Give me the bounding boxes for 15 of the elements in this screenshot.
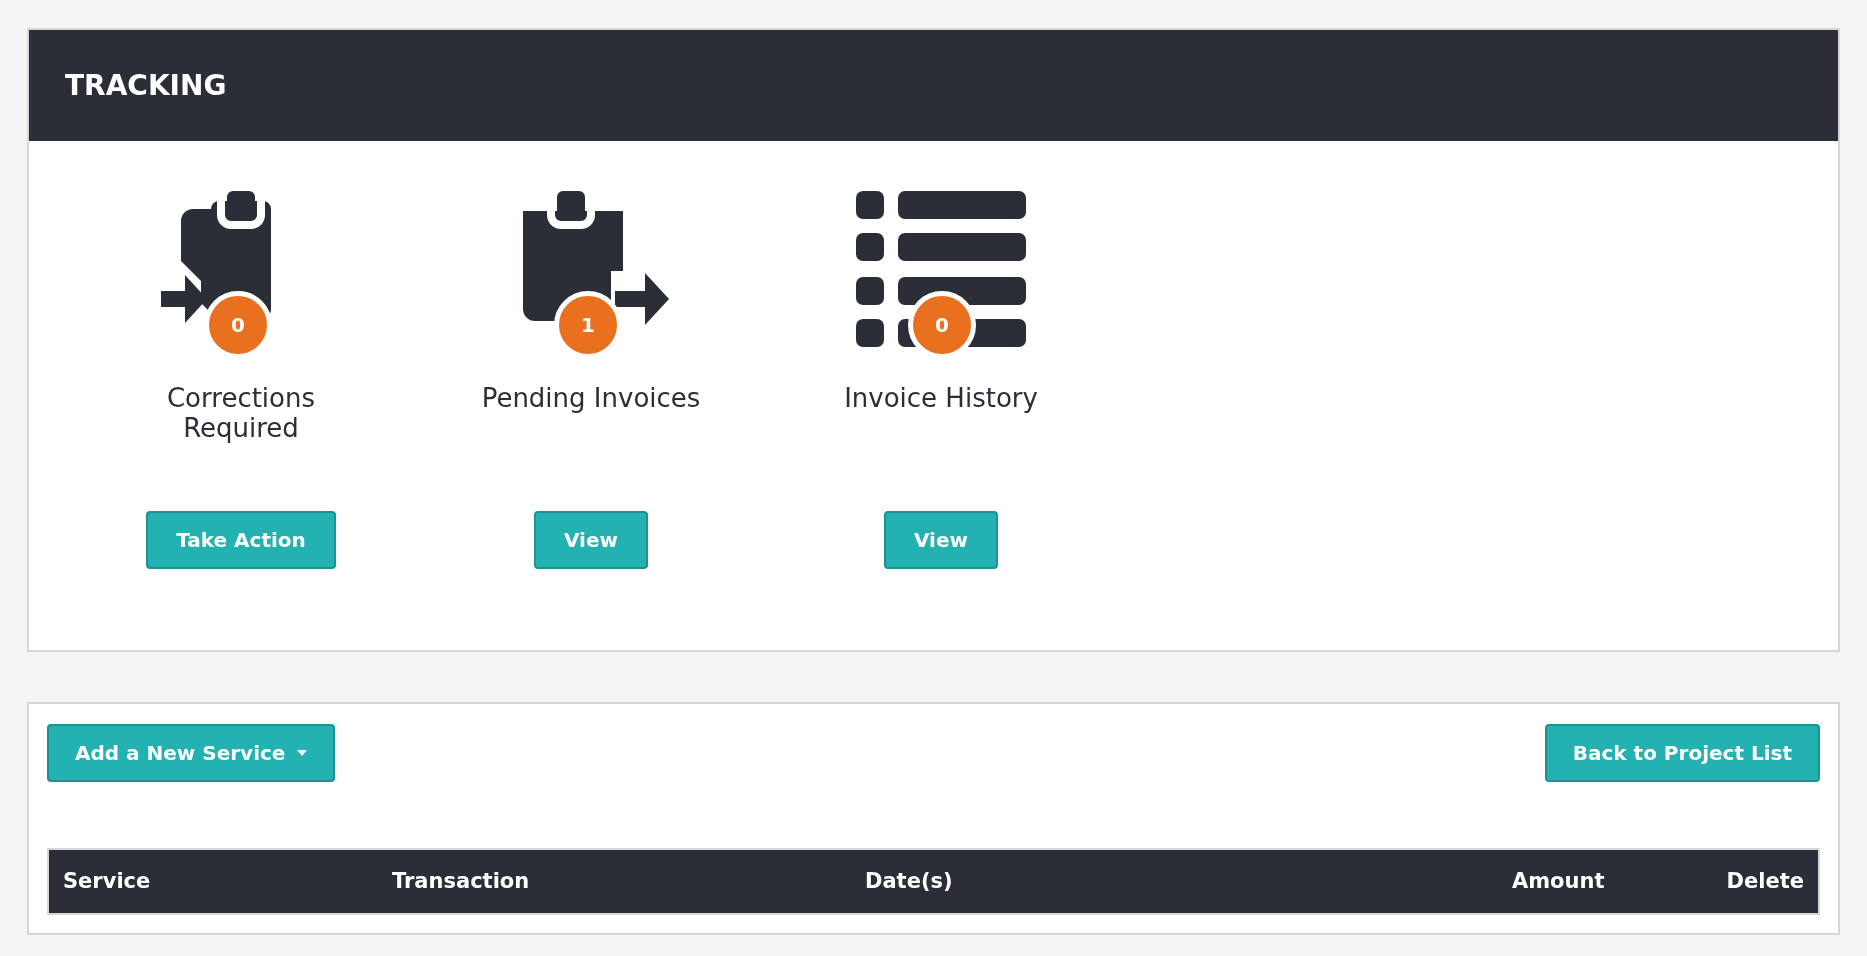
column-header: Service — [63, 867, 151, 895]
column-header: Amount — [1512, 867, 1605, 895]
column-header: Transaction — [392, 867, 530, 895]
back-button[interactable]: Back to Project List — [1544, 724, 1820, 782]
tile-button[interactable]: View — [534, 511, 648, 569]
tile-button[interactable]: Take Action — [146, 511, 336, 569]
tile-label: Invoice History — [843, 383, 1039, 415]
caret-down-icon — [297, 750, 308, 756]
tile-label: Corrections Required — [165, 383, 317, 445]
panel-title: TRACKING — [65, 67, 227, 104]
column-header: Date(s) — [865, 867, 953, 895]
tile-button[interactable]: View — [884, 511, 998, 569]
column-header: Delete — [1726, 867, 1804, 895]
tile-label: Pending Invoices — [480, 383, 702, 415]
add-service-button[interactable]: Add a New Service — [47, 724, 336, 782]
